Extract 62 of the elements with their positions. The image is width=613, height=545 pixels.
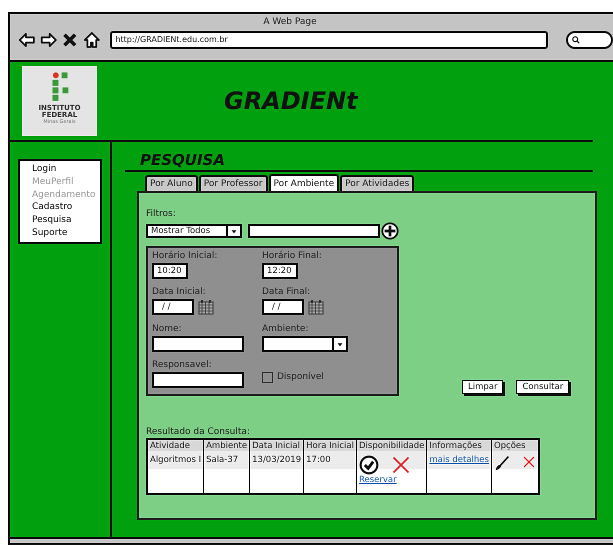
date-field[interactable]: / / xyxy=(152,299,194,316)
menu-item[interactable]: Suporte xyxy=(32,226,100,240)
date-field[interactable]: / / xyxy=(262,299,304,316)
time-field[interactable]: 12:20 xyxy=(262,263,298,279)
field-label: Ambiente: xyxy=(262,324,310,334)
tab[interactable]: Por Professor xyxy=(198,175,268,191)
delete-icon[interactable] xyxy=(522,455,536,469)
field-label: Responsavel: xyxy=(152,360,213,370)
table-cell: 17:00 xyxy=(304,451,356,494)
url-field[interactable]: http://GRADIENt.edu.com.br xyxy=(110,31,548,49)
table-cell: 13/03/2019 xyxy=(250,451,304,494)
close-icon[interactable] xyxy=(390,455,411,475)
check-icon[interactable] xyxy=(358,455,379,475)
menu-item[interactable]: Cadastro xyxy=(32,201,100,214)
input-field[interactable] xyxy=(152,372,244,388)
section-title: PESQUISA xyxy=(140,151,226,169)
table-cell: Algoritmos I xyxy=(147,451,204,494)
field-label: Horário Final: xyxy=(262,251,323,261)
tab[interactable]: Por Aluno xyxy=(145,175,198,191)
tab[interactable]: Por Ambiente xyxy=(268,174,340,191)
results-label: Resultado da Consulta: xyxy=(146,427,251,437)
brush-icon[interactable] xyxy=(494,455,510,471)
time-field[interactable]: 10:20 xyxy=(152,263,188,279)
home-icon[interactable] xyxy=(82,31,100,49)
input-field[interactable] xyxy=(152,336,244,352)
calendar-icon[interactable] xyxy=(198,299,214,316)
column-header: Informações xyxy=(426,439,492,451)
field-label: Data Inicial: xyxy=(152,287,207,298)
calendar-icon[interactable] xyxy=(308,299,324,316)
site-title: GRADIENt xyxy=(224,87,358,115)
field-label: Data Final: xyxy=(262,287,312,298)
column-header: Data Inicial xyxy=(250,439,304,451)
menu-item: Agendamento xyxy=(32,188,96,202)
checkbox-label: Disponível xyxy=(277,372,324,382)
window-title: A Web Page xyxy=(262,16,318,27)
menu-item[interactable]: Pesquisa xyxy=(32,214,100,227)
field-label: Horário Inicial: xyxy=(152,251,218,261)
column-header: Disponibilidade xyxy=(356,439,427,451)
forward-icon[interactable] xyxy=(40,31,58,49)
filter-field[interactable] xyxy=(248,224,380,238)
field-label: Nome: xyxy=(152,324,183,334)
filter-dropdown[interactable]: Mostrar Todos xyxy=(146,224,242,238)
column-header: Atividade xyxy=(147,439,204,451)
search-field[interactable] xyxy=(566,31,613,49)
caret-icon xyxy=(230,227,238,235)
logo-icon xyxy=(50,72,68,102)
back-icon[interactable] xyxy=(18,31,36,49)
table-cell: Sala-37 xyxy=(204,451,250,494)
tab[interactable]: Por Atividades xyxy=(340,175,414,191)
action-button[interactable]: Consultar xyxy=(516,380,570,394)
menu-item[interactable]: Login xyxy=(32,163,100,176)
add-icon[interactable] xyxy=(381,222,399,240)
column-header: Opções xyxy=(491,439,539,451)
close-icon[interactable] xyxy=(61,31,79,49)
menu-item: MeuPerfil xyxy=(32,176,75,189)
field-label: Filtros: xyxy=(146,209,177,219)
search-icon[interactable] xyxy=(572,36,580,44)
action-button[interactable]: Limpar xyxy=(462,380,504,394)
column-header: Hora Inicial xyxy=(304,439,356,451)
select-field[interactable] xyxy=(262,336,348,352)
column-header: Ambiente xyxy=(204,439,250,451)
checkbox[interactable] xyxy=(262,372,273,383)
